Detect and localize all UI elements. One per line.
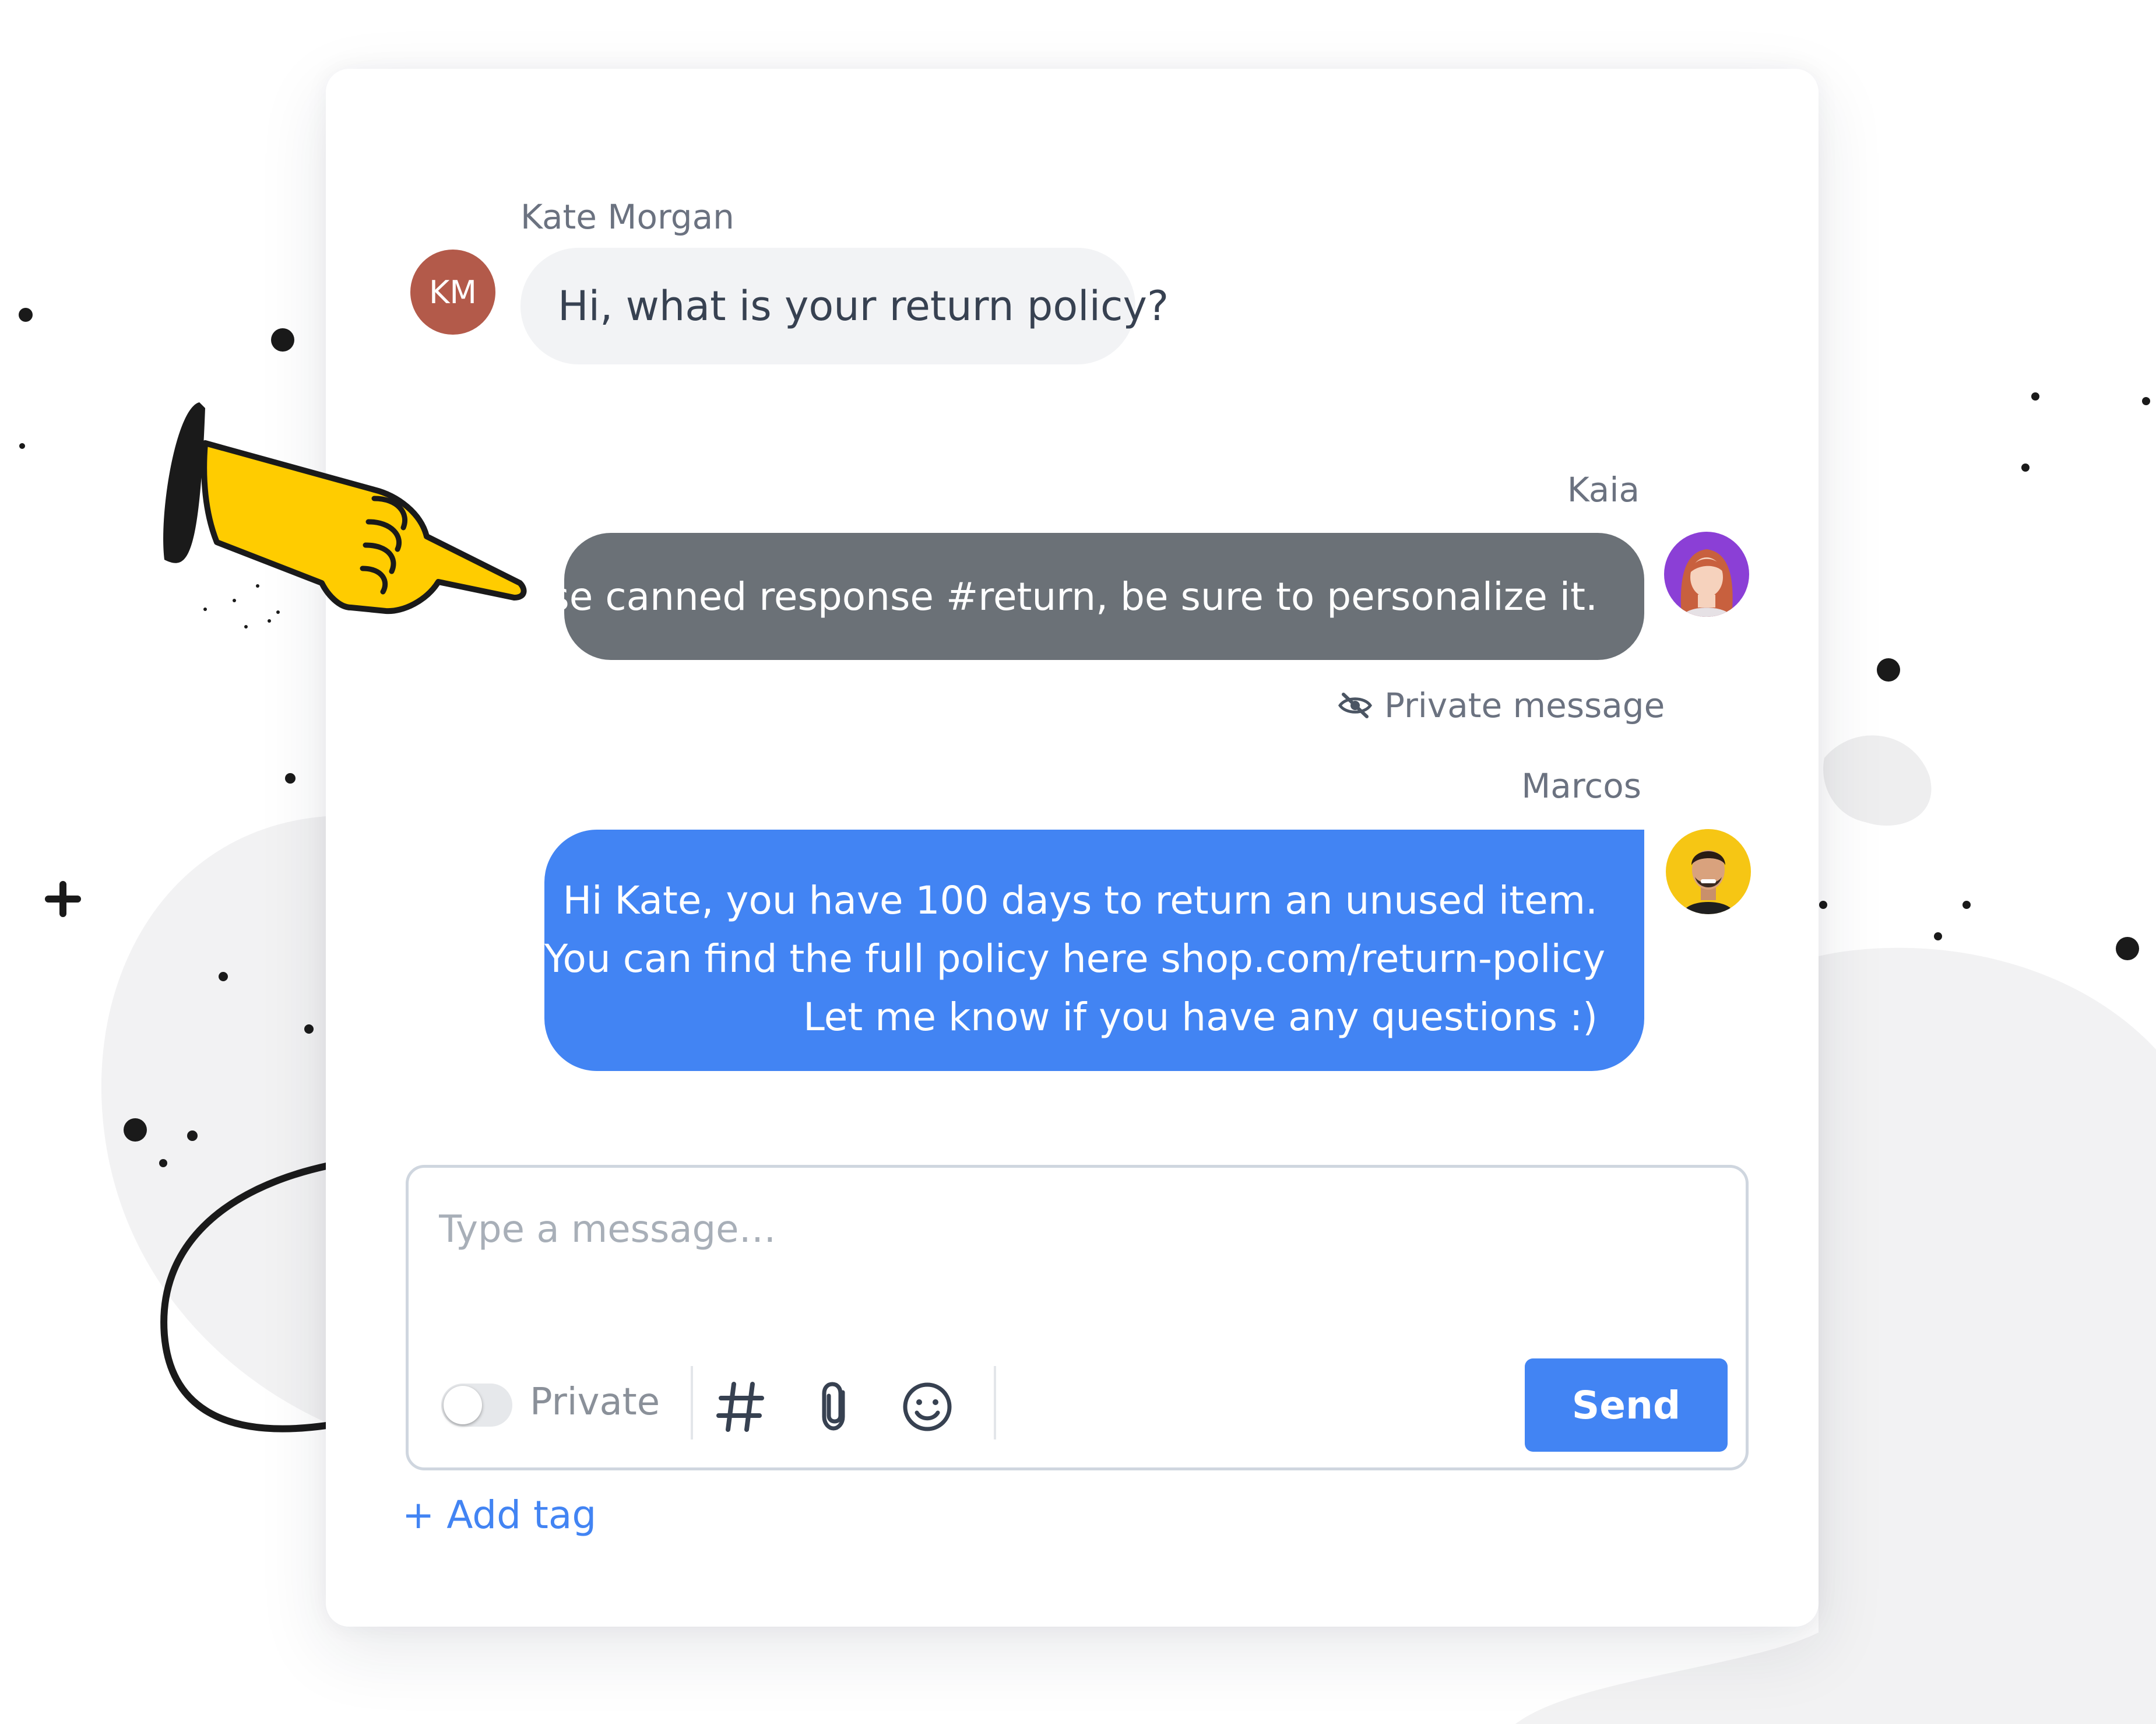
private-toggle[interactable] (441, 1384, 512, 1427)
background-blob-small (1823, 735, 1932, 826)
message-composer: Private Send (406, 1165, 1749, 1470)
message-input[interactable] (438, 1197, 1664, 1262)
private-toggle-label: Private (530, 1381, 660, 1424)
kaia-avatar-image (1664, 532, 1749, 617)
message-text: Use canned response #return, be sure to … (521, 574, 1598, 619)
toolbar-divider (691, 1366, 693, 1439)
private-message-label: Private message (1384, 686, 1665, 725)
hashtag-icon (716, 1382, 764, 1432)
sender-name-kate: Kate Morgan (520, 197, 734, 237)
toggle-knob (444, 1386, 482, 1424)
message-line: You can find the full policy here shop.c… (544, 936, 1606, 981)
toolbar-divider (994, 1366, 996, 1439)
sender-name-kaia: Kaia (1567, 470, 1640, 510)
add-tag-link[interactable]: + Add tag (402, 1493, 596, 1537)
message-bubble-outgoing: Hi Kate, you have 100 days to return an … (544, 830, 1644, 1071)
avatar-kate: KM (410, 250, 495, 335)
smiley-icon (903, 1382, 952, 1431)
attach-button[interactable] (805, 1378, 863, 1436)
avatar-kaia (1664, 532, 1749, 617)
message-bubble-private: Use canned response #return, be sure to … (521, 533, 1644, 660)
message-line: Let me know if you have any questions :) (803, 995, 1598, 1040)
message-bubble-incoming: Hi, what is your return policy? (520, 248, 1169, 364)
avatar-marcos (1666, 829, 1751, 914)
decorative-plus (45, 881, 81, 917)
avatar-initials: KM (428, 273, 477, 311)
marcos-avatar-image (1666, 829, 1751, 914)
pointing-hand-illustration (163, 402, 527, 628)
sender-name-marcos: Marcos (1521, 766, 1641, 806)
message-line: Hi Kate, you have 100 days to return an … (562, 878, 1598, 923)
message-text: Hi, what is your return policy? (558, 282, 1169, 330)
send-button[interactable]: Send (1525, 1358, 1728, 1452)
paperclip-icon (822, 1382, 845, 1431)
hashtag-button[interactable] (712, 1378, 770, 1436)
emoji-button[interactable] (898, 1378, 956, 1436)
eye-slash-icon (1338, 693, 1373, 718)
private-message-indicator: Private message (1338, 682, 1665, 729)
